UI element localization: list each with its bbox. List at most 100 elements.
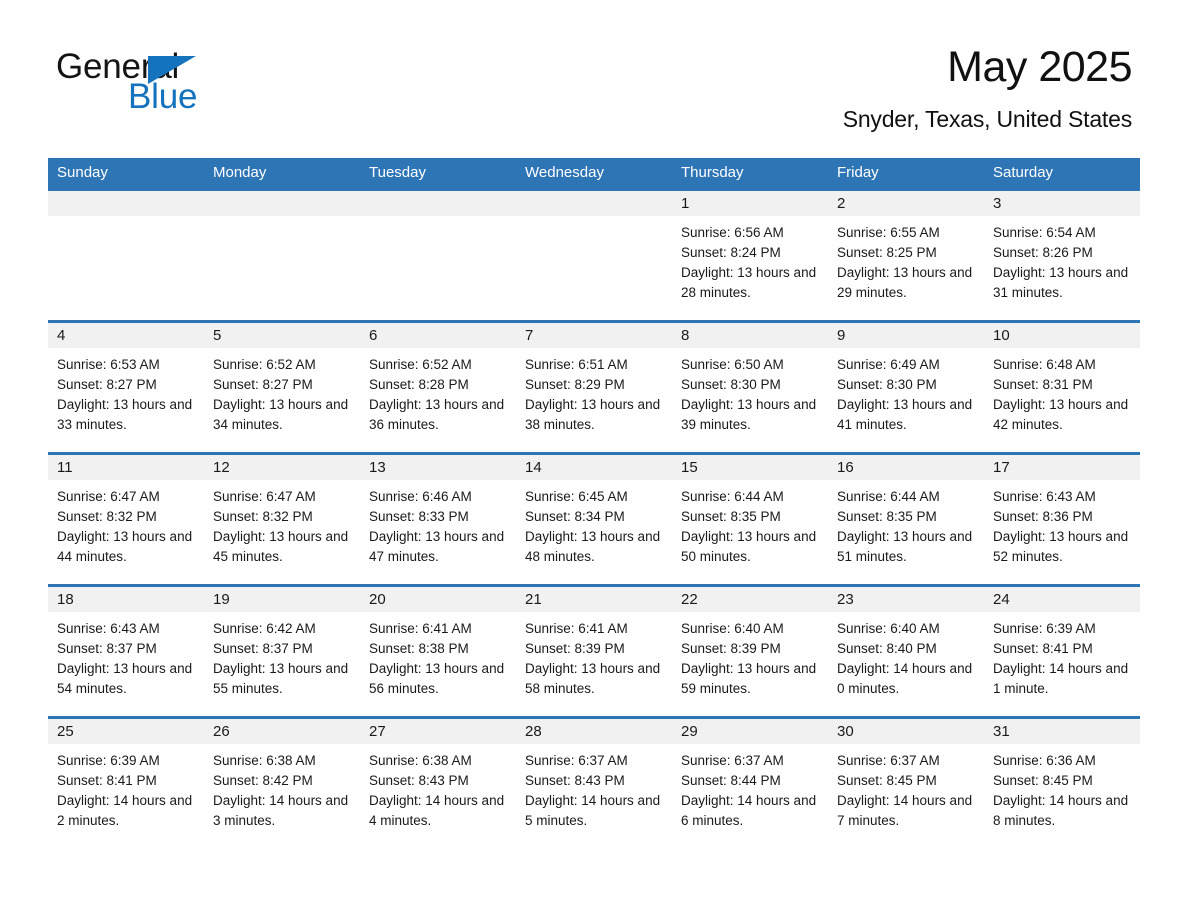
day-number: 16: [828, 455, 984, 480]
calendar-day-cell[interactable]: 17 Sunrise: 6:43 AM Sunset: 8:36 PM Dayligh…: [984, 452, 1140, 586]
calendar-day-cell[interactable]: 6 Sunrise: 6:52 AM Sunset: 8:28 PM Daylight…: [360, 320, 516, 454]
sunset-text: Sunset: 8:40 PM: [837, 641, 937, 656]
day-number: 30: [828, 719, 984, 744]
day-cell-inner: 9 Sunrise: 6:49 AM Sunset: 8:30 PM Daylight…: [828, 323, 984, 452]
sunrise-text: Sunrise: 6:54 AM: [993, 225, 1096, 240]
calendar-day-cell[interactable]: 4 Sunrise: 6:53 AM Sunset: 8:27 PM Daylight…: [48, 320, 204, 454]
calendar-week-row: 18 Sunrise: 6:43 AM Sunset: 8:37 PM Dayligh…: [48, 584, 1140, 718]
sunset-text: Sunset: 8:37 PM: [57, 641, 157, 656]
daylight-text: Daylight: 13 hours and 44 minutes.: [57, 529, 193, 564]
calendar-day-cell[interactable]: 7 Sunrise: 6:51 AM Sunset: 8:29 PM Daylight…: [516, 320, 672, 454]
daylight-text: Daylight: 13 hours and 54 minutes.: [57, 661, 193, 696]
daylight-text: Daylight: 13 hours and 42 minutes.: [993, 397, 1129, 432]
calendar-day-cell[interactable]: 16 Sunrise: 6:44 AM Sunset: 8:35 PM Dayligh…: [828, 452, 984, 586]
calendar-day-cell[interactable]: 2 Sunrise: 6:55 AM Sunset: 8:25 PM Daylight…: [828, 188, 984, 322]
calendar-day-cell[interactable]: 23 Sunrise: 6:40 AM Sunset: 8:40 PM Dayligh…: [828, 584, 984, 718]
page-title: May 2025: [947, 43, 1132, 91]
day-number: 21: [516, 587, 672, 612]
calendar-day-cell[interactable]: 27 Sunrise: 6:38 AM Sunset: 8:43 PM Dayligh…: [360, 716, 516, 850]
calendar-day-cell[interactable]: 5 Sunrise: 6:52 AM Sunset: 8:27 PM Daylight…: [204, 320, 360, 454]
sunset-text: Sunset: 8:25 PM: [837, 245, 937, 260]
calendar-day-cell[interactable]: 1 Sunrise: 6:56 AM Sunset: 8:24 PM Daylight…: [672, 188, 828, 322]
day-cell-inner: 12 Sunrise: 6:47 AM Sunset: 8:32 PM Dayligh…: [204, 455, 360, 584]
daylight-text: Daylight: 13 hours and 56 minutes.: [369, 661, 505, 696]
sunrise-text: Sunrise: 6:39 AM: [57, 753, 160, 768]
sunset-text: Sunset: 8:38 PM: [369, 641, 469, 656]
day-number: 31: [984, 719, 1140, 744]
day-details: Sunrise: 6:41 AM Sunset: 8:38 PM Daylight:…: [360, 612, 516, 699]
daylight-text: Daylight: 13 hours and 55 minutes.: [213, 661, 349, 696]
calendar-day-cell[interactable]: 3 Sunrise: 6:54 AM Sunset: 8:26 PM Daylight…: [984, 188, 1140, 322]
calendar-day-cell[interactable]: 29 Sunrise: 6:37 AM Sunset: 8:44 PM Dayligh…: [672, 716, 828, 850]
day-number: 17: [984, 455, 1140, 480]
sunset-text: Sunset: 8:28 PM: [369, 377, 469, 392]
day-details: Sunrise: 6:40 AM Sunset: 8:39 PM Daylight:…: [672, 612, 828, 699]
calendar-day-cell[interactable]: 15 Sunrise: 6:44 AM Sunset: 8:35 PM Dayligh…: [672, 452, 828, 586]
daylight-text: Daylight: 14 hours and 4 minutes.: [369, 793, 505, 828]
day-cell-inner: 8 Sunrise: 6:50 AM Sunset: 8:30 PM Daylight…: [672, 323, 828, 452]
daylight-text: Daylight: 13 hours and 28 minutes.: [681, 265, 817, 300]
calendar-week-row: 11 Sunrise: 6:47 AM Sunset: 8:32 PM Dayligh…: [48, 452, 1140, 586]
weekday-header-row: Sunday Monday Tuesday Wednesday Thursday…: [48, 158, 1140, 190]
day-cell-inner: 13 Sunrise: 6:46 AM Sunset: 8:33 PM Dayligh…: [360, 455, 516, 584]
day-number: [360, 191, 516, 216]
calendar-day-cell[interactable]: 9 Sunrise: 6:49 AM Sunset: 8:30 PM Daylight…: [828, 320, 984, 454]
day-details: Sunrise: 6:43 AM Sunset: 8:37 PM Daylight:…: [48, 612, 204, 699]
calendar-day-cell[interactable]: 14 Sunrise: 6:45 AM Sunset: 8:34 PM Dayligh…: [516, 452, 672, 586]
sunset-text: Sunset: 8:34 PM: [525, 509, 625, 524]
calendar-day-cell[interactable]: 10 Sunrise: 6:48 AM Sunset: 8:31 PM Dayligh…: [984, 320, 1140, 454]
sunset-text: Sunset: 8:44 PM: [681, 773, 781, 788]
daylight-text: Daylight: 13 hours and 38 minutes.: [525, 397, 661, 432]
day-number: 29: [672, 719, 828, 744]
calendar-day-cell[interactable]: 30 Sunrise: 6:37 AM Sunset: 8:45 PM Dayligh…: [828, 716, 984, 850]
daylight-text: Daylight: 14 hours and 2 minutes.: [57, 793, 193, 828]
day-number: 3: [984, 191, 1140, 216]
day-number: 26: [204, 719, 360, 744]
day-cell-inner: 4 Sunrise: 6:53 AM Sunset: 8:27 PM Daylight…: [48, 323, 204, 452]
calendar-day-cell[interactable]: 21 Sunrise: 6:41 AM Sunset: 8:39 PM Dayligh…: [516, 584, 672, 718]
day-number: 25: [48, 719, 204, 744]
sunset-text: Sunset: 8:35 PM: [837, 509, 937, 524]
day-number: [204, 191, 360, 216]
day-cell-inner: 16 Sunrise: 6:44 AM Sunset: 8:35 PM Dayligh…: [828, 455, 984, 584]
sunset-text: Sunset: 8:27 PM: [57, 377, 157, 392]
calendar-day-cell[interactable]: 31 Sunrise: 6:36 AM Sunset: 8:45 PM Dayligh…: [984, 716, 1140, 850]
day-number: 15: [672, 455, 828, 480]
calendar-day-cell[interactable]: 25 Sunrise: 6:39 AM Sunset: 8:41 PM Dayligh…: [48, 716, 204, 850]
calendar-day-cell[interactable]: 12 Sunrise: 6:47 AM Sunset: 8:32 PM Dayligh…: [204, 452, 360, 586]
day-cell-inner: 27 Sunrise: 6:38 AM Sunset: 8:43 PM Dayligh…: [360, 719, 516, 850]
calendar-day-cell[interactable]: 24 Sunrise: 6:39 AM Sunset: 8:41 PM Dayligh…: [984, 584, 1140, 718]
day-cell-inner: 18 Sunrise: 6:43 AM Sunset: 8:37 PM Dayligh…: [48, 587, 204, 716]
calendar-day-cell[interactable]: 20 Sunrise: 6:41 AM Sunset: 8:38 PM Dayligh…: [360, 584, 516, 718]
calendar-day-cell[interactable]: 22 Sunrise: 6:40 AM Sunset: 8:39 PM Dayligh…: [672, 584, 828, 718]
calendar-day-cell[interactable]: 19 Sunrise: 6:42 AM Sunset: 8:37 PM Dayligh…: [204, 584, 360, 718]
sunrise-text: Sunrise: 6:44 AM: [837, 489, 940, 504]
calendar-day-cell[interactable]: 26 Sunrise: 6:38 AM Sunset: 8:42 PM Dayligh…: [204, 716, 360, 850]
day-details: Sunrise: 6:36 AM Sunset: 8:45 PM Daylight:…: [984, 744, 1140, 831]
calendar-page: General Blue May 2025 Snyder, Texas, Uni…: [0, 0, 1188, 918]
day-cell-inner: 2 Sunrise: 6:55 AM Sunset: 8:25 PM Daylight…: [828, 191, 984, 320]
title-block: May 2025 Snyder, Texas, United States: [843, 42, 1133, 134]
calendar-grid: Sunday Monday Tuesday Wednesday Thursday…: [48, 158, 1140, 850]
day-number: 2: [828, 191, 984, 216]
calendar-day-cell[interactable]: 18 Sunrise: 6:43 AM Sunset: 8:37 PM Dayligh…: [48, 584, 204, 718]
daylight-text: Daylight: 13 hours and 41 minutes.: [837, 397, 973, 432]
sunset-text: Sunset: 8:45 PM: [837, 773, 937, 788]
day-number: 18: [48, 587, 204, 612]
day-number: 13: [360, 455, 516, 480]
calendar-day-cell[interactable]: 8 Sunrise: 6:50 AM Sunset: 8:30 PM Daylight…: [672, 320, 828, 454]
day-details: Sunrise: 6:49 AM Sunset: 8:30 PM Daylight:…: [828, 348, 984, 435]
day-number: 14: [516, 455, 672, 480]
daylight-text: Daylight: 13 hours and 50 minutes.: [681, 529, 817, 564]
day-number: 22: [672, 587, 828, 612]
calendar-day-cell[interactable]: 11 Sunrise: 6:47 AM Sunset: 8:32 PM Dayligh…: [48, 452, 204, 586]
day-cell-inner: 3 Sunrise: 6:54 AM Sunset: 8:26 PM Daylight…: [984, 191, 1140, 320]
daylight-text: Daylight: 13 hours and 31 minutes.: [993, 265, 1129, 300]
calendar-day-cell[interactable]: 28 Sunrise: 6:37 AM Sunset: 8:43 PM Dayligh…: [516, 716, 672, 850]
day-cell-inner: 6 Sunrise: 6:52 AM Sunset: 8:28 PM Daylight…: [360, 323, 516, 452]
brand-logo[interactable]: General Blue: [56, 48, 256, 118]
calendar-day-cell[interactable]: 13 Sunrise: 6:46 AM Sunset: 8:33 PM Dayligh…: [360, 452, 516, 586]
sunrise-text: Sunrise: 6:40 AM: [837, 621, 940, 636]
sunrise-text: Sunrise: 6:37 AM: [837, 753, 940, 768]
sunrise-text: Sunrise: 6:53 AM: [57, 357, 160, 372]
